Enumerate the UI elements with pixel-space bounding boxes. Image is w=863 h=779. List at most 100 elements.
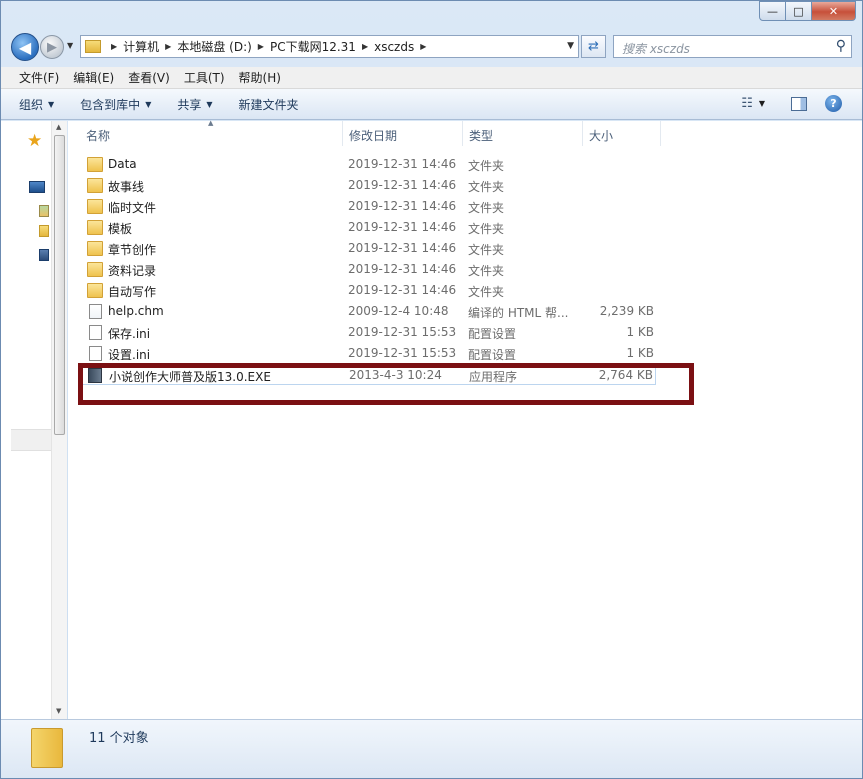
new-folder-button[interactable]: 新建文件夹 bbox=[239, 96, 299, 113]
menu-bar: 文件(F) 编辑(E) 查看(V) 工具(T) 帮助(H) bbox=[1, 67, 862, 89]
file-type: 编译的 HTML 帮... bbox=[468, 306, 569, 320]
file-name: 临时文件 bbox=[108, 201, 157, 215]
libraries-icon[interactable] bbox=[39, 205, 49, 217]
file-type: 文件夹 bbox=[468, 264, 505, 278]
organize-label: 组织 bbox=[19, 97, 44, 112]
view-options-icon[interactable]: ☷ bbox=[741, 96, 753, 111]
file-type: 文件夹 bbox=[468, 243, 505, 257]
minimize-button[interactable]: — bbox=[759, 1, 786, 21]
file-type: 配置设置 bbox=[468, 327, 517, 341]
nav-pane-divider bbox=[11, 429, 51, 451]
file-name: 模板 bbox=[108, 222, 133, 236]
column-modified[interactable]: 修改日期 bbox=[343, 121, 463, 146]
folder-icon bbox=[87, 199, 103, 214]
file-row[interactable]: Data 2019-12-31 14:46 文件夹 bbox=[80, 154, 656, 175]
file-type: 文件夹 bbox=[468, 180, 505, 194]
breadcrumb-computer[interactable]: 计算机 bbox=[123, 38, 159, 55]
navigation-pane: ★ ▲ ▼ bbox=[1, 121, 67, 719]
file-row[interactable]: 章节创作 2019-12-31 14:46 文件夹 bbox=[80, 238, 656, 259]
file-date: 2019-12-31 14:46 bbox=[348, 220, 457, 234]
desktop-icon[interactable] bbox=[29, 181, 45, 193]
file-name: Data bbox=[108, 157, 137, 171]
ini-file-icon bbox=[89, 346, 102, 361]
chevron-right-icon[interactable]: ▶ bbox=[420, 42, 426, 51]
caption-buttons: — □ ✕ bbox=[759, 1, 856, 21]
file-row[interactable]: 保存.ini 2019-12-31 15:53 配置设置 1 KB bbox=[80, 322, 656, 343]
item-count: 11 个对象 bbox=[89, 731, 149, 746]
file-size: 2,239 KB bbox=[599, 304, 654, 318]
file-date: 2009-12-4 10:48 bbox=[348, 304, 449, 318]
explorer-window: — □ ✕ ◀ ▶ ▼ ▶ 计算机 ▶ 本地磁盘 (D:) ▶ PC下载网12.… bbox=[0, 0, 863, 779]
help-icon[interactable]: ? bbox=[825, 95, 842, 112]
scroll-up-icon[interactable]: ▲ bbox=[56, 123, 61, 131]
menu-tools[interactable]: 工具(T) bbox=[177, 69, 232, 86]
file-row[interactable]: 资料记录 2019-12-31 14:46 文件夹 bbox=[80, 259, 656, 280]
breadcrumb-xsczds[interactable]: xsczds bbox=[374, 40, 414, 54]
network-icon[interactable] bbox=[39, 249, 49, 261]
file-date: 2019-12-31 15:53 bbox=[348, 346, 457, 360]
folder-icon bbox=[87, 283, 103, 298]
chevron-down-icon[interactable]: ▼ bbox=[759, 99, 765, 108]
close-button[interactable]: ✕ bbox=[812, 1, 856, 21]
chm-file-icon bbox=[89, 304, 102, 319]
file-type: 文件夹 bbox=[468, 201, 505, 215]
back-button[interactable]: ◀ bbox=[11, 33, 39, 61]
folder-icon bbox=[87, 220, 103, 235]
file-row[interactable]: 模板 2019-12-31 14:46 文件夹 bbox=[80, 217, 656, 238]
file-size: 1 KB bbox=[626, 346, 654, 360]
menu-file[interactable]: 文件(F) bbox=[12, 69, 66, 86]
file-row[interactable]: 临时文件 2019-12-31 14:46 文件夹 bbox=[80, 196, 656, 217]
chevron-down-icon: ▼ bbox=[145, 99, 152, 109]
breadcrumb-pc-download[interactable]: PC下载网12.31 bbox=[270, 38, 356, 55]
file-list: ▲ 名称 修改日期 类型 大小 Data 2019-12-31 14:46 文件… bbox=[68, 119, 862, 719]
scroll-down-icon[interactable]: ▼ bbox=[56, 707, 61, 715]
column-name[interactable]: 名称 bbox=[80, 121, 343, 146]
file-type: 文件夹 bbox=[468, 285, 505, 299]
navigation-bar: ◀ ▶ ▼ ▶ 计算机 ▶ 本地磁盘 (D:) ▶ PC下载网12.31 ▶ x… bbox=[1, 31, 862, 63]
column-size[interactable]: 大小 bbox=[583, 121, 661, 146]
include-in-library-label: 包含到库中 bbox=[80, 97, 141, 112]
scroll-thumb[interactable] bbox=[54, 135, 65, 435]
nav-pane-scrollbar[interactable]: ▲ ▼ bbox=[51, 121, 67, 719]
search-icon[interactable]: ⚲ bbox=[836, 38, 846, 54]
organize-button[interactable]: 组织 ▼ bbox=[19, 96, 54, 113]
chevron-right-icon[interactable]: ▶ bbox=[165, 42, 171, 51]
refresh-icon: ⇄ bbox=[588, 39, 599, 54]
file-row[interactable]: 自动写作 2019-12-31 14:46 文件夹 bbox=[80, 280, 656, 301]
refresh-button[interactable]: ⇄ bbox=[581, 35, 606, 58]
highlight-annotation-box bbox=[78, 363, 694, 405]
file-row[interactable]: 设置.ini 2019-12-31 15:53 配置设置 1 KB bbox=[80, 343, 656, 364]
column-type[interactable]: 类型 bbox=[463, 121, 583, 146]
file-date: 2019-12-31 14:46 bbox=[348, 199, 457, 213]
folder-icon[interactable] bbox=[39, 225, 49, 237]
file-date: 2019-12-31 14:46 bbox=[348, 157, 457, 171]
search-input[interactable]: 搜索 xsczds ⚲ bbox=[613, 35, 852, 58]
chevron-right-icon[interactable]: ▶ bbox=[362, 42, 368, 51]
menu-help[interactable]: 帮助(H) bbox=[232, 69, 288, 86]
chevron-right-icon[interactable]: ▶ bbox=[258, 42, 264, 51]
breadcrumb-local-disk[interactable]: 本地磁盘 (D:) bbox=[177, 38, 251, 55]
chevron-down-icon: ▼ bbox=[48, 99, 55, 109]
ini-file-icon bbox=[89, 325, 102, 340]
view-controls: ☷ ▼ ? bbox=[741, 95, 842, 112]
chevron-down-icon: ▼ bbox=[206, 99, 213, 109]
folder-icon bbox=[87, 157, 103, 172]
address-bar[interactable]: ▶ 计算机 ▶ 本地磁盘 (D:) ▶ PC下载网12.31 ▶ xsczds … bbox=[80, 35, 579, 58]
forward-button[interactable]: ▶ bbox=[40, 35, 64, 59]
favorites-star-icon[interactable]: ★ bbox=[27, 131, 42, 151]
include-in-library-button[interactable]: 包含到库中 ▼ bbox=[80, 96, 151, 113]
chevron-right-icon[interactable]: ▶ bbox=[111, 42, 117, 51]
menu-view[interactable]: 查看(V) bbox=[121, 69, 177, 86]
recent-pages-chevron-icon[interactable]: ▼ bbox=[67, 41, 73, 50]
file-date: 2019-12-31 14:46 bbox=[348, 178, 457, 192]
folder-icon bbox=[87, 262, 103, 277]
file-row[interactable]: 故事线 2019-12-31 14:46 文件夹 bbox=[80, 175, 656, 196]
file-name: help.chm bbox=[108, 304, 164, 318]
share-button[interactable]: 共享 ▼ bbox=[177, 96, 212, 113]
file-row[interactable]: help.chm 2009-12-4 10:48 编译的 HTML 帮... 2… bbox=[80, 301, 656, 322]
address-dropdown-icon[interactable]: ▼ bbox=[567, 41, 574, 51]
file-size: 1 KB bbox=[626, 325, 654, 339]
maximize-button[interactable]: □ bbox=[786, 1, 812, 21]
menu-edit[interactable]: 编辑(E) bbox=[66, 69, 121, 86]
preview-pane-icon[interactable] bbox=[791, 96, 807, 111]
